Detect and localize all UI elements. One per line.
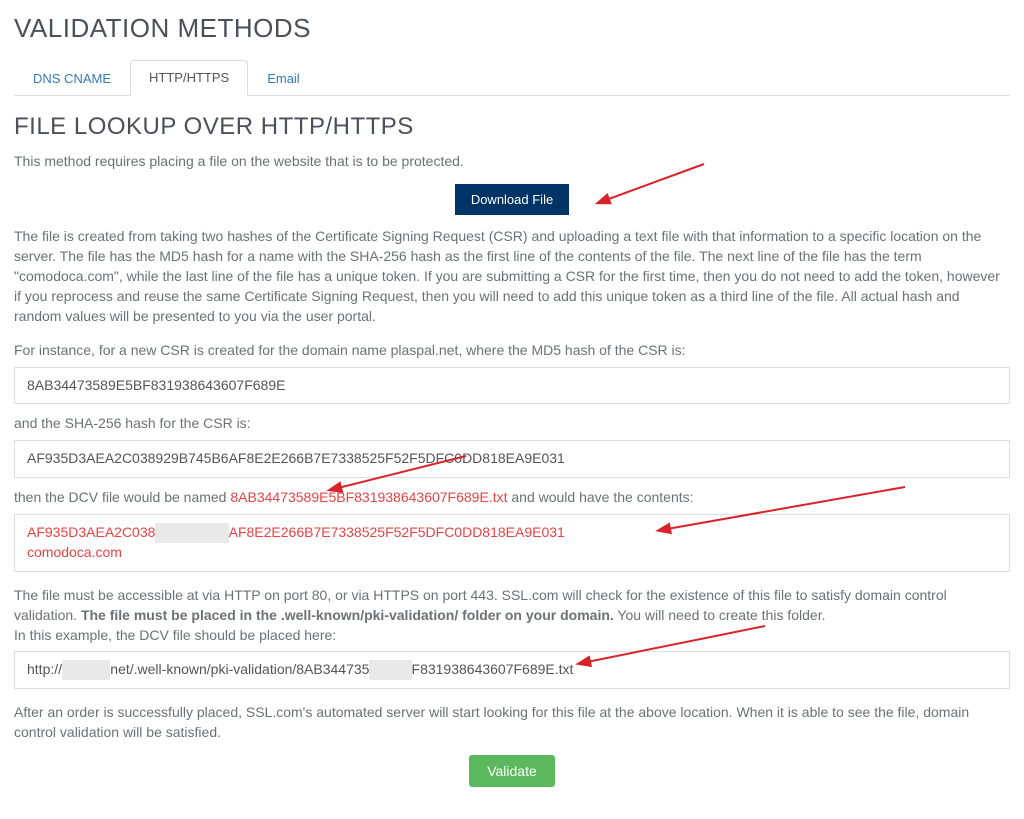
tab-dns-cname[interactable]: DNS CNAME [14,61,130,96]
path-p1b: You will need to create this folder. [614,607,826,623]
url-part-c: F831938643607F689E.txt [412,661,574,677]
dcv-file-contents-box: AF935D3AEA2C038929B745B6AF8E2E266B7E7338… [14,514,1010,572]
redacted-text: 929B745B6 [155,523,228,543]
redacted-text: plaspal. [62,660,110,680]
dcv-filename: 8AB34473589E5BF831938643607F689E.txt [230,489,507,505]
dcv-named-text: then the DCV file would be named 8AB3447… [14,488,1010,508]
path-p2: In this example, the DCV file should be … [14,627,336,643]
section-title: FILE LOOKUP OVER HTTP/HTTPS [14,110,1010,144]
download-file-button[interactable]: Download File [455,184,569,215]
md5-hash-box: 8AB34473589E5BF831938643607F689E [14,367,1010,405]
explain-text: The file is created from taking two hash… [14,227,1010,326]
file-line1-part-a: AF935D3AEA2C038 [27,524,155,540]
file-line1-part-b: AF8E2E266B7E7338525F52F5DFC0DD818EA9E031 [229,524,565,540]
dcv-named-prefix: then the DCV file would be named [14,489,230,505]
dcv-url-box: http://plaspal.net/.well-known/pki-valid… [14,651,1010,689]
dcv-file-line-2: comodoca.com [27,543,997,563]
sha-intro-text: and the SHA-256 hash for the CSR is: [14,414,1010,434]
url-part-b: net/.well-known/pki-validation/8AB344735 [110,661,369,677]
tab-email[interactable]: Email [248,61,319,96]
path-explain-text: The file must be accessible at via HTTP … [14,586,1010,646]
path-bold: The file must be placed in the .well-kno… [81,607,614,623]
url-part-a: http:// [27,661,62,677]
closing-text: After an order is successfully placed, S… [14,703,1010,743]
tab-http-https[interactable]: HTTP/HTTPS [130,60,248,96]
dcv-file-line-1: AF935D3AEA2C038929B745B6AF8E2E266B7E7338… [27,523,997,543]
redacted-text: 89E5B [369,660,411,680]
example-intro-text: For instance, for a new CSR is created f… [14,341,1010,361]
intro-text: This method requires placing a file on t… [14,152,1010,172]
validation-tabs: DNS CNAME HTTP/HTTPS Email [14,59,1010,96]
page-title: VALIDATION METHODS [14,10,1010,47]
sha-hash-box: AF935D3AEA2C038929B745B6AF8E2E266B7E7338… [14,440,1010,478]
validate-button[interactable]: Validate [469,755,555,787]
dcv-named-suffix: and would have the contents: [507,489,693,505]
